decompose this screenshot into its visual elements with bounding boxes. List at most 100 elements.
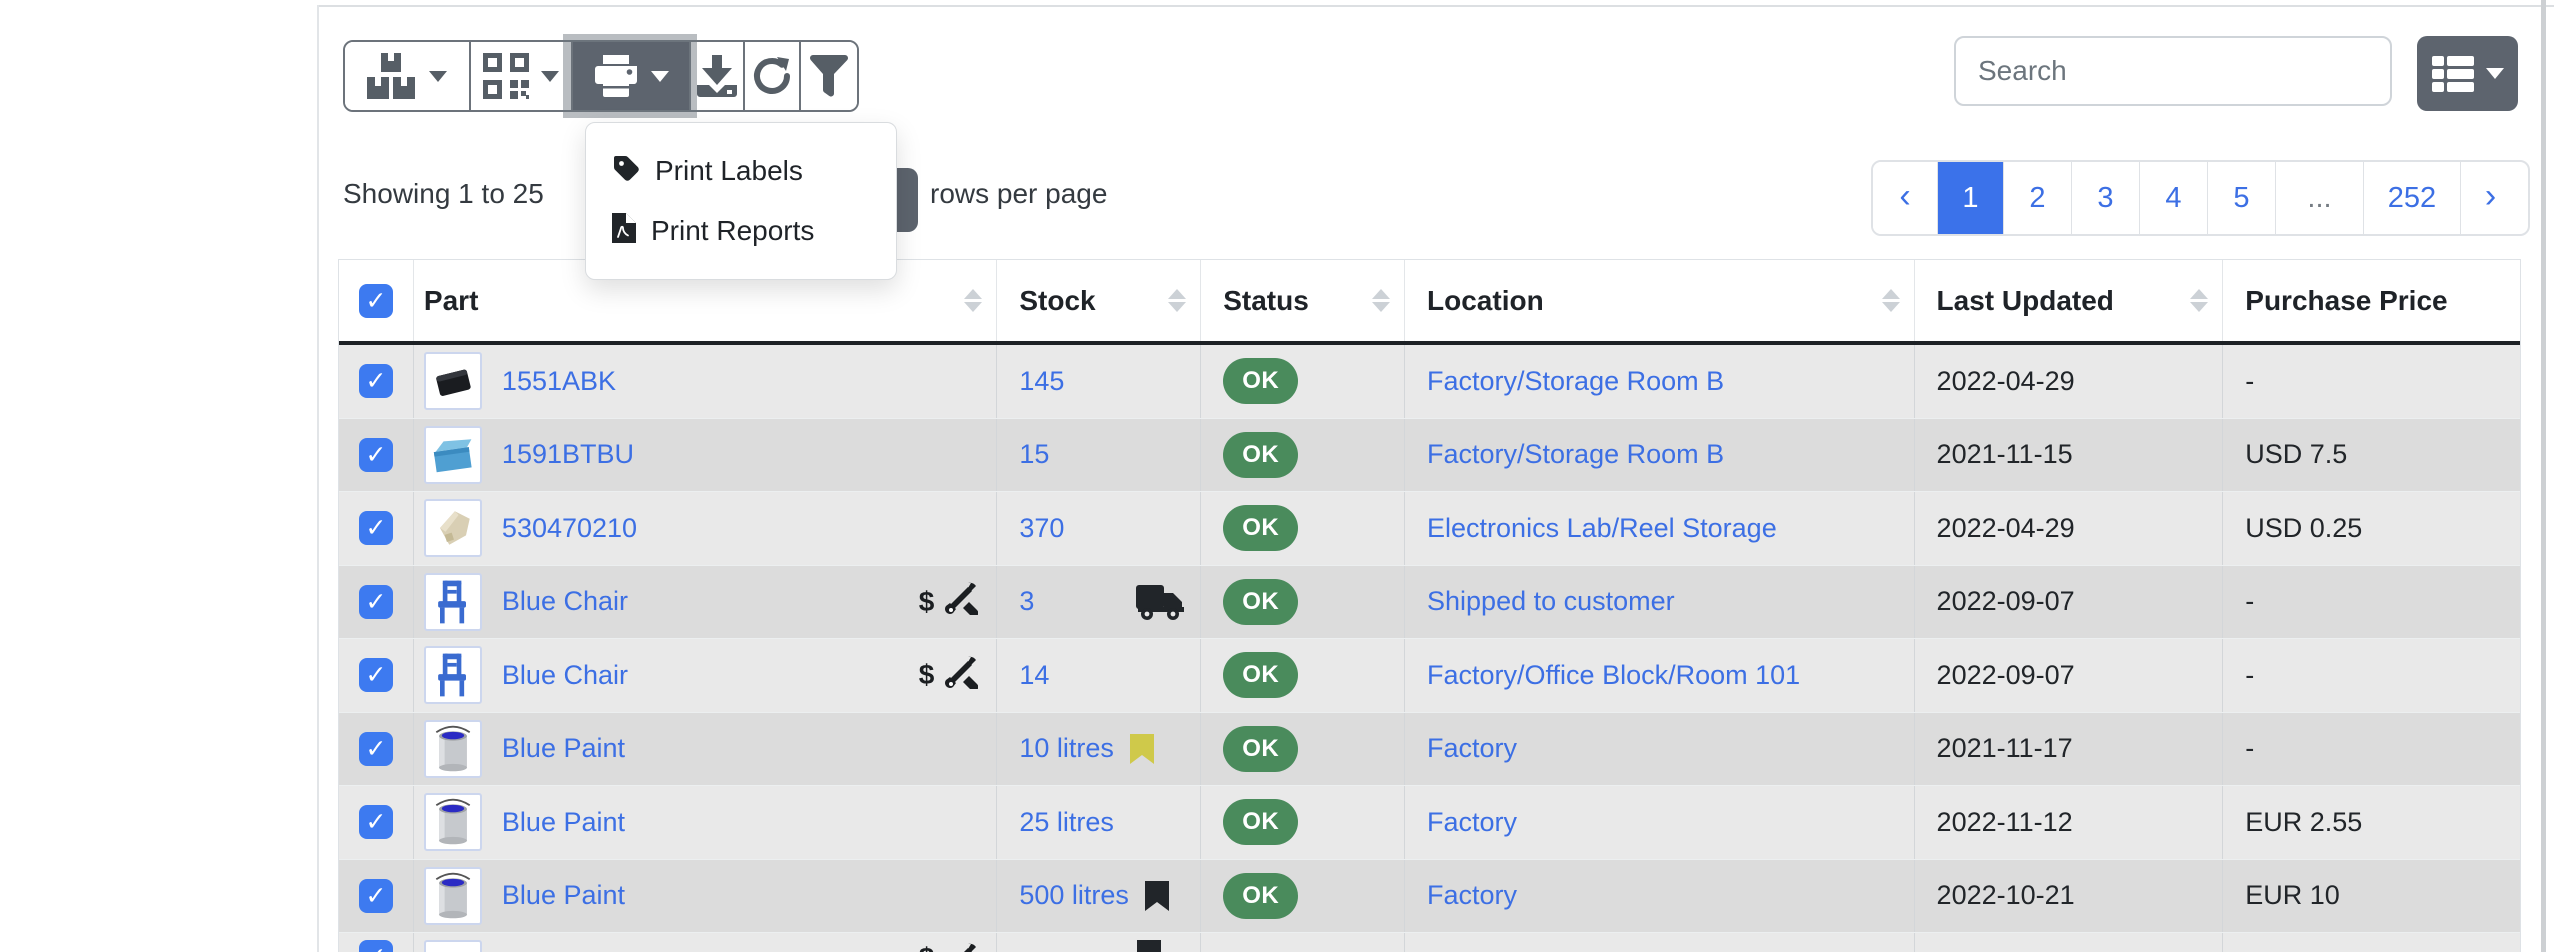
stock-link[interactable]: 10 litres: [1019, 733, 1114, 764]
boxes-icon: [367, 53, 417, 99]
pagination-page-2[interactable]: 2: [2003, 162, 2071, 234]
vertical-scrollbar[interactable]: [2541, 0, 2546, 952]
stock-link[interactable]: 25 litres: [1019, 807, 1114, 838]
refresh-button[interactable]: [743, 42, 799, 110]
blue-enclosure-thumb[interactable]: [424, 426, 482, 484]
row-checkbox[interactable]: ✓: [359, 585, 393, 619]
pagination-page-252[interactable]: 252: [2363, 162, 2460, 234]
part-link[interactable]: Blue Paint: [502, 880, 625, 911]
table-row: ✓ Blue Paint 25 litres OK Factory 2022-1…: [339, 786, 2520, 860]
part-link[interactable]: Blue Chair: [502, 660, 628, 691]
column-header-last-updated[interactable]: Last Updated: [1915, 260, 2224, 341]
row-checkbox[interactable]: ✓: [359, 732, 393, 766]
column-header-stock[interactable]: Stock: [997, 260, 1201, 341]
part-link[interactable]: Blue Paint: [502, 807, 625, 838]
location-link[interactable]: Factory: [1427, 733, 1517, 764]
file-pdf-icon: [612, 213, 636, 250]
filter-button[interactable]: [799, 42, 857, 110]
status-badge: OK: [1223, 873, 1298, 919]
column-header-location[interactable]: Location: [1405, 260, 1915, 341]
row-checkbox[interactable]: ✓: [359, 940, 393, 952]
row-checkbox[interactable]: ✓: [359, 364, 393, 398]
pagination-prev[interactable]: ‹: [1873, 162, 1937, 234]
stock-link[interactable]: 370: [1019, 513, 1064, 544]
chevron-down-icon: [541, 71, 559, 82]
part-link[interactable]: 1551ABK: [502, 366, 616, 397]
row-checkbox[interactable]: ✓: [359, 658, 393, 692]
part-link[interactable]: Blue Chair: [502, 586, 628, 617]
stock-actions-button[interactable]: [345, 42, 469, 110]
last-updated: 2022-09-07: [1937, 660, 2075, 691]
connector-thumb[interactable]: [424, 499, 482, 557]
part-link[interactable]: 1591BTBU: [502, 439, 634, 470]
barcode-actions-button[interactable]: [469, 42, 571, 110]
stock-link[interactable]: 145: [1019, 366, 1064, 397]
status-badge: OK: [1223, 432, 1298, 478]
select-all-checkbox[interactable]: ✓: [359, 284, 393, 318]
paint-can-thumb[interactable]: [424, 720, 482, 778]
menu-item-label: Print Reports: [651, 215, 814, 247]
qrcode-icon: [483, 53, 529, 99]
purchase-price: -: [2245, 586, 2254, 617]
blue-chair-thumb[interactable]: [424, 646, 482, 704]
download-icon: [697, 55, 737, 97]
stock-link[interactable]: 14: [1019, 660, 1049, 691]
table-row: ✓ 1551ABK 145 OK Factory/Storage Room B …: [339, 345, 2520, 419]
bookmark-black-icon: [1145, 881, 1169, 911]
printer-icon: [593, 55, 639, 97]
pagination-page-5[interactable]: 5: [2207, 162, 2275, 234]
location-link[interactable]: Factory/Storage Room B: [1427, 366, 1724, 397]
part-link[interactable]: Blue Paint: [502, 733, 625, 764]
table-row: ✓ Blue Chair $: [339, 639, 2520, 713]
stock-link[interactable]: 500 litres: [1019, 880, 1129, 911]
pagination-ellipsis: ...: [2275, 162, 2363, 234]
location-link[interactable]: Factory/Office Block/Room 101: [1427, 660, 1800, 691]
stock-link[interactable]: 3: [1019, 586, 1034, 617]
last-updated: 2021-11-15: [1937, 439, 2073, 470]
column-select-button[interactable]: [2417, 36, 2518, 111]
paint-can-thumb[interactable]: [424, 867, 482, 925]
location-link[interactable]: Electronics Lab/Reel Storage: [1427, 513, 1777, 544]
chevron-down-icon: [2486, 68, 2504, 79]
tools-icon: [944, 655, 978, 696]
pagination-next[interactable]: ›: [2460, 162, 2520, 234]
menu-item-print-labels[interactable]: Print Labels: [586, 141, 896, 201]
table-row: ✓ Blue Paint 500 litres OK Factory: [339, 860, 2520, 934]
location-link[interactable]: Factory: [1427, 807, 1517, 838]
bookmark-black-icon: [1137, 940, 1161, 952]
location-link[interactable]: Shipped to customer: [1427, 586, 1675, 617]
location-link[interactable]: Factory: [1427, 880, 1517, 911]
blue-part-thumb[interactable]: [424, 940, 482, 952]
row-checkbox[interactable]: ✓: [359, 511, 393, 545]
showing-rows-text: Showing 1 to 25: [343, 178, 544, 210]
last-updated: 2022-04-29: [1937, 513, 2075, 544]
last-updated: 2022-10-21: [1937, 880, 2075, 911]
pagination-page-1[interactable]: 1: [1937, 162, 2003, 234]
row-checkbox[interactable]: ✓: [359, 879, 393, 913]
stock-link[interactable]: 15: [1019, 439, 1049, 470]
status-badge: OK: [1223, 505, 1298, 551]
pagination-page-3[interactable]: 3: [2071, 162, 2139, 234]
blue-chair-thumb[interactable]: [424, 573, 482, 631]
sort-icon: [2190, 289, 2208, 312]
pagination-page-4[interactable]: 4: [2139, 162, 2207, 234]
paint-can-thumb[interactable]: [424, 793, 482, 851]
part-link[interactable]: 530470210: [502, 513, 637, 544]
tools-icon: [944, 581, 978, 622]
chevron-down-icon: [429, 71, 447, 82]
purchase-price: -: [2245, 366, 2254, 397]
search-input[interactable]: [1954, 36, 2392, 106]
black-enclosure-thumb[interactable]: [424, 352, 482, 410]
row-checkbox[interactable]: ✓: [359, 805, 393, 839]
location-link[interactable]: Factory/Storage Room B: [1427, 439, 1724, 470]
column-header-purchase-price[interactable]: Purchase Price: [2223, 260, 2520, 341]
download-button[interactable]: [689, 42, 743, 110]
dollar-icon: $: [919, 586, 935, 618]
column-header-status[interactable]: Status: [1201, 260, 1405, 341]
tag-icon: [612, 154, 640, 189]
panel-top-border: [317, 5, 2554, 7]
pagination: ‹ 1 2 3 4 5 ... 252 ›: [1871, 160, 2530, 236]
row-checkbox[interactable]: ✓: [359, 438, 393, 472]
menu-item-print-reports[interactable]: Print Reports: [586, 201, 896, 261]
print-actions-button[interactable]: [571, 42, 689, 110]
